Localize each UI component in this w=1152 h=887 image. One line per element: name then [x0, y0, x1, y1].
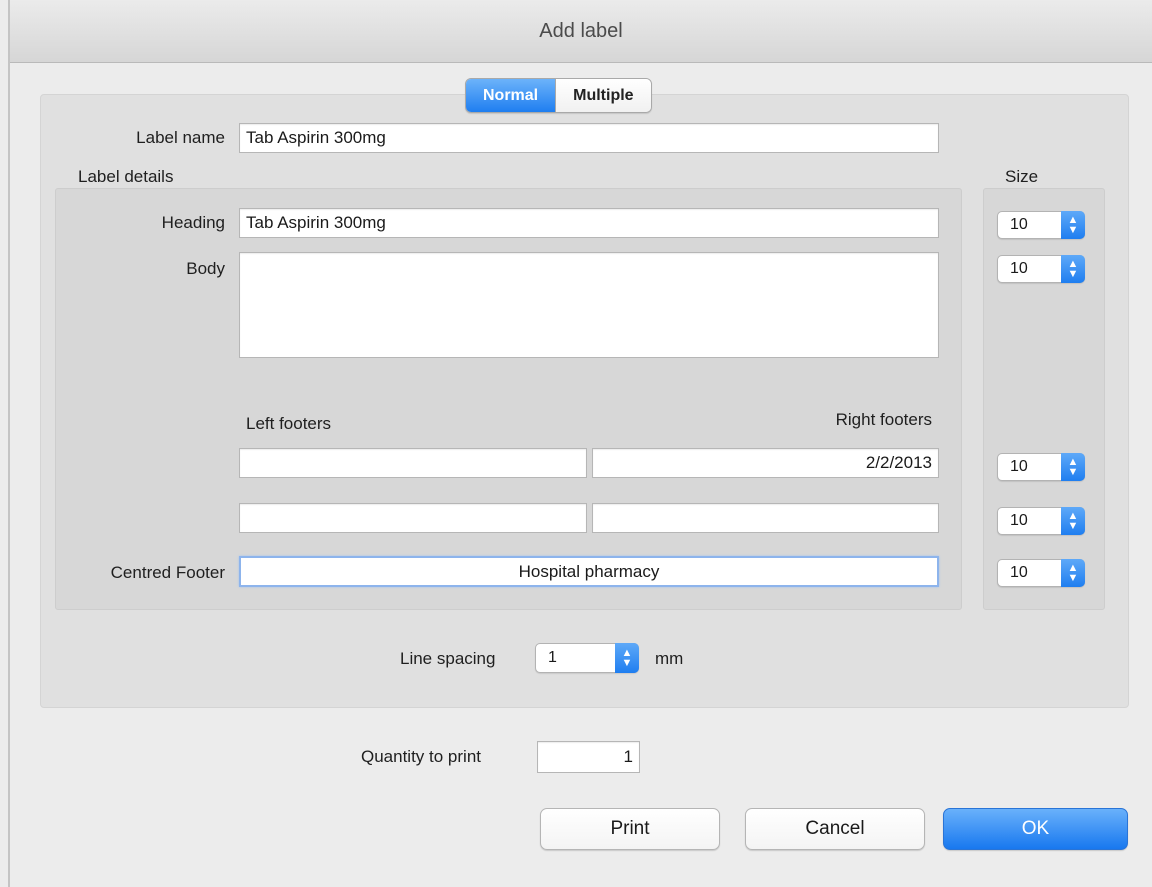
- centred-footer-input[interactable]: Hospital pharmacy: [239, 556, 939, 587]
- print-button[interactable]: Print: [540, 808, 720, 850]
- left-footers-label: Left footers: [246, 414, 332, 433]
- mode-tabs: Normal Multiple: [465, 78, 652, 113]
- line-spacing-label: Line spacing: [400, 649, 496, 668]
- heading-size-value: 10: [1010, 216, 1028, 233]
- chevron-updown-icon: ▲ ▼: [1061, 211, 1085, 239]
- footer-1-size-select[interactable]: 10 ▲ ▼: [997, 453, 1085, 481]
- size-label: Size: [1005, 167, 1039, 186]
- chevron-updown-icon: ▲ ▼: [1061, 559, 1085, 587]
- left-footer-1-input[interactable]: [239, 448, 587, 478]
- heading-size-select[interactable]: 10 ▲ ▼: [997, 211, 1085, 239]
- tab-normal[interactable]: Normal: [466, 79, 556, 112]
- add-label-dialog: Add label Normal Multiple Label name Tab…: [0, 0, 1152, 887]
- tab-multiple[interactable]: Multiple: [555, 79, 651, 112]
- size-box: [983, 188, 1105, 610]
- body-size-select[interactable]: 10 ▲ ▼: [997, 255, 1085, 283]
- line-spacing-unit: mm: [655, 649, 684, 668]
- chevron-updown-icon: ▲ ▼: [1061, 255, 1085, 283]
- right-footer-2-input[interactable]: [592, 503, 939, 533]
- chevron-updown-icon: ▲ ▼: [615, 643, 639, 673]
- label-name-label: Label name: [136, 128, 225, 147]
- body-size-value: 10: [1010, 260, 1028, 277]
- chevron-updown-icon: ▲ ▼: [1061, 507, 1085, 535]
- left-footer-2-input[interactable]: [239, 503, 587, 533]
- heading-label: Heading: [161, 213, 225, 232]
- quantity-label: Quantity to print: [361, 747, 482, 766]
- ok-button[interactable]: OK: [943, 808, 1128, 850]
- body-textarea[interactable]: [239, 252, 939, 358]
- right-footers-label: Right footers: [835, 410, 932, 429]
- centred-footer-size-value: 10: [1010, 564, 1028, 581]
- quantity-input[interactable]: 1: [537, 741, 640, 773]
- line-spacing-select[interactable]: 1 ▲ ▼: [535, 643, 639, 673]
- chevron-updown-icon: ▲ ▼: [1061, 453, 1085, 481]
- window-left-edge: [8, 0, 10, 887]
- footer-2-size-select[interactable]: 10 ▲ ▼: [997, 507, 1085, 535]
- body-label: Body: [186, 259, 225, 278]
- label-details-label: Label details: [78, 167, 174, 186]
- cancel-button[interactable]: Cancel: [745, 808, 925, 850]
- centred-footer-size-select[interactable]: 10 ▲ ▼: [997, 559, 1085, 587]
- window-title: Add label: [10, 0, 1152, 63]
- heading-input[interactable]: Tab Aspirin 300mg: [239, 208, 939, 238]
- right-footer-1-input[interactable]: 2/2/2013: [592, 448, 939, 478]
- footer-2-size-value: 10: [1010, 512, 1028, 529]
- centred-footer-label: Centred Footer: [110, 563, 225, 582]
- footer-1-size-value: 10: [1010, 458, 1028, 475]
- label-name-input[interactable]: Tab Aspirin 300mg: [239, 123, 939, 153]
- line-spacing-value: 1: [548, 649, 557, 666]
